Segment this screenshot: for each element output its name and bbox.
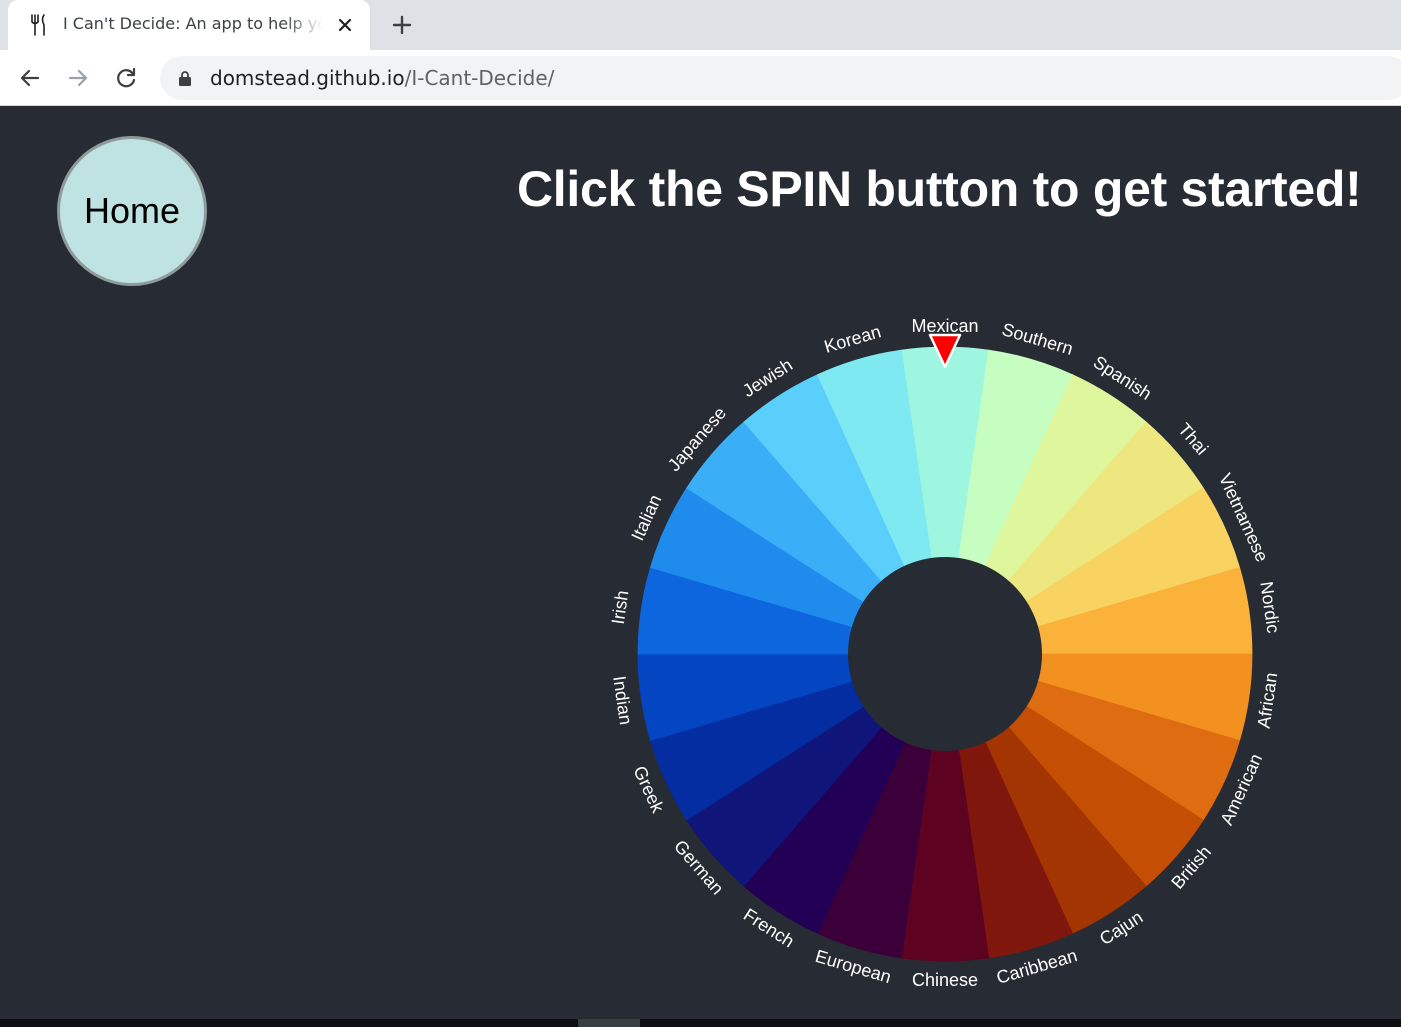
- wheel-label-southern: Southern: [1000, 319, 1076, 359]
- url-text: domstead.github.io/I-Cant-Decide/: [210, 66, 554, 90]
- browser-tab[interactable]: I Can't Decide: An app to help you decid…: [8, 0, 370, 50]
- cuisine-spin-wheel[interactable]: Mexican SouthernSpanishThaiVietnameseNord…: [590, 300, 1300, 1010]
- wheel-label-nordic: Nordic: [1256, 580, 1283, 634]
- scroll-nub: [578, 1019, 640, 1027]
- page-headline: Click the SPIN button to get started!: [517, 161, 1362, 217]
- browser-toolbar: domstead.github.io/I-Cant-Decide/: [0, 50, 1401, 106]
- url-path: /I-Cant-Decide/: [404, 66, 555, 90]
- tab-title: I Can't Decide: An app to help you decid…: [63, 14, 323, 33]
- wheel-label-african: African: [1254, 671, 1282, 729]
- forward-arrow-icon[interactable]: [64, 64, 92, 92]
- reload-icon[interactable]: [112, 64, 140, 92]
- url-host: domstead.github.io: [210, 66, 405, 90]
- wheel-label-chinese: Chinese: [912, 970, 978, 990]
- address-bar[interactable]: domstead.github.io/I-Cant-Decide/: [160, 56, 1401, 100]
- bottom-edge: [0, 1019, 1401, 1027]
- close-tab-icon[interactable]: [334, 14, 356, 36]
- wheel-label-korean: Korean: [822, 321, 883, 357]
- wheel-label-thai: Thai: [1174, 419, 1212, 459]
- fork-knife-icon: [31, 14, 45, 36]
- lock-icon: [179, 71, 191, 86]
- tab-strip: I Can't Decide: An app to help you decid…: [0, 0, 1401, 50]
- back-arrow-icon[interactable]: [16, 64, 44, 92]
- wheel-label-italian: Italian: [627, 492, 665, 544]
- wheel-center-hub: [848, 557, 1042, 751]
- new-tab-icon[interactable]: [390, 13, 414, 37]
- home-button[interactable]: Home: [57, 136, 207, 286]
- wheel-label-irish: Irish: [608, 589, 633, 626]
- wheel-label-mexican: Mexican: [911, 316, 978, 336]
- wheel-label-indian: Indian: [609, 675, 636, 726]
